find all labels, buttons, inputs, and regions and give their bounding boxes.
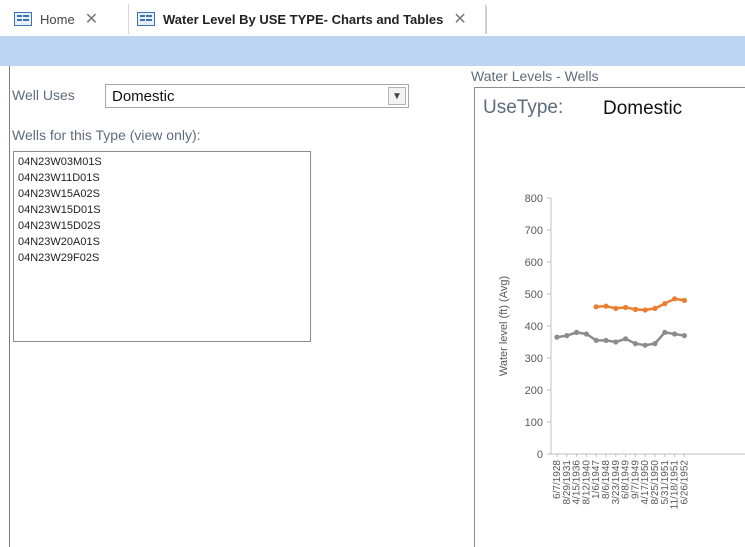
- form-icon: [14, 12, 32, 26]
- x-tick-label: 6/26/1952: [679, 460, 690, 505]
- y-tick-label: 700: [525, 225, 543, 237]
- data-point: [672, 296, 678, 302]
- well-uses-combobox[interactable]: Domestic ▼: [105, 84, 409, 108]
- data-point: [652, 305, 658, 311]
- list-item[interactable]: 04N23W29F02S: [14, 250, 310, 266]
- data-point: [564, 333, 570, 339]
- well-uses-value: Domestic: [112, 88, 175, 105]
- data-point: [593, 304, 599, 310]
- well-uses-label: Well Uses: [12, 87, 75, 103]
- close-icon[interactable]: ✕: [453, 9, 466, 29]
- data-point: [681, 297, 687, 303]
- y-tick-label: 200: [525, 385, 543, 397]
- y-tick-label: 500: [525, 289, 543, 301]
- list-item[interactable]: 04N23W03M01S: [14, 154, 310, 170]
- data-point: [623, 304, 629, 311]
- data-point: [652, 341, 658, 347]
- list-item[interactable]: 04N23W15D02S: [14, 218, 310, 234]
- y-tick-label: 300: [525, 353, 543, 365]
- data-point: [632, 306, 638, 312]
- data-point: [613, 305, 619, 311]
- wells-list-label: Wells for this Type (view only):: [12, 127, 201, 143]
- list-item[interactable]: 04N23W15D01S: [14, 202, 310, 218]
- form-border: [9, 66, 10, 547]
- data-point: [603, 303, 609, 309]
- form-header-band: [0, 36, 745, 66]
- tab-water-level-by-use-type[interactable]: Water Level By USE TYPE- Charts and Tabl…: [128, 4, 486, 34]
- y-axis-title: Water level (ft) (Avg): [498, 276, 510, 376]
- wells-listbox[interactable]: 04N23W03M01S 04N23W11D01S 04N23W15A02S 0…: [13, 151, 311, 342]
- list-item[interactable]: 04N23W15A02S: [14, 186, 310, 202]
- y-tick-label: 0: [537, 449, 543, 461]
- form-icon: [137, 12, 155, 26]
- data-point: [681, 333, 687, 339]
- y-tick-label: 100: [525, 417, 543, 429]
- data-point: [583, 331, 589, 337]
- chevron-down-icon[interactable]: ▼: [388, 87, 406, 105]
- tab-active-label: Water Level By USE TYPE- Charts and Tabl…: [163, 11, 444, 27]
- data-point: [554, 334, 560, 340]
- tab-divider: [486, 6, 487, 34]
- data-point: [642, 342, 648, 348]
- data-point: [613, 339, 619, 345]
- y-tick-label: 600: [525, 257, 543, 269]
- list-item[interactable]: 04N23W11D01S: [14, 170, 310, 186]
- data-point: [632, 341, 638, 347]
- data-point: [623, 336, 629, 342]
- document-tab-strip: Home ✕ Water Level By USE TYPE- Charts a…: [0, 0, 745, 37]
- data-point: [603, 337, 609, 343]
- data-point: [662, 329, 668, 335]
- tab-home-label: Home: [40, 11, 75, 27]
- y-tick-label: 400: [525, 321, 543, 333]
- data-point: [593, 337, 599, 343]
- y-tick-label: 800: [525, 193, 543, 205]
- list-item[interactable]: 04N23W20A01S: [14, 234, 310, 250]
- chart-caption: Water Levels - Wells: [471, 68, 599, 84]
- series-line: [596, 297, 685, 312]
- data-point: [574, 329, 580, 335]
- water-level-chart: 0 100 200 300 400 500 600 700 800 Water level (ft…: [498, 193, 745, 509]
- close-icon[interactable]: ✕: [85, 9, 98, 29]
- tab-home[interactable]: Home ✕: [8, 4, 128, 34]
- data-point: [662, 301, 668, 307]
- data-point: [642, 307, 648, 313]
- data-point: [672, 331, 678, 337]
